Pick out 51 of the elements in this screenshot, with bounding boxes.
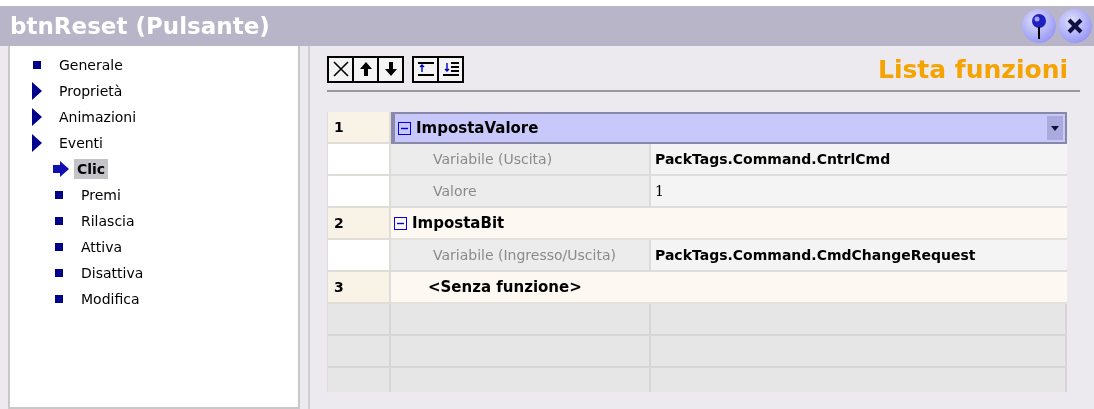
pin-button[interactable]: [1022, 9, 1056, 43]
function-name: ImpostaValore: [416, 119, 539, 137]
tree-item[interactable]: Disattiva: [78, 263, 147, 283]
function-row[interactable]: ImpostaBit: [391, 208, 1067, 240]
bullet-icon: [30, 60, 44, 70]
arrow-icon: [52, 161, 70, 177]
parameter-label: Valore: [391, 176, 651, 208]
up-arrow-icon: [358, 61, 373, 77]
tree-item[interactable]: Modifica: [78, 289, 143, 309]
bullet-icon: [52, 216, 66, 226]
tree-item[interactable]: Rilascia: [78, 211, 138, 231]
bullet-icon: [52, 294, 66, 304]
row-insert-icon: [416, 61, 435, 77]
down-arrow-icon: [383, 61, 398, 77]
panel-title: Lista funzioni: [877, 54, 1069, 84]
row-number: 2: [328, 208, 391, 240]
tree-item[interactable]: Animazioni: [56, 107, 140, 127]
function-row[interactable]: <Senza funzione>: [391, 272, 1067, 304]
parameter-label: Variabile (Ingresso/Uscita): [391, 240, 651, 272]
close-button[interactable]: [1058, 9, 1092, 43]
parameter-value[interactable]: PackTags.Command.CntrlCmd: [651, 144, 1067, 176]
tree-item[interactable]: Premi: [78, 185, 124, 205]
insert-below-button[interactable]: [437, 55, 464, 83]
tree-item[interactable]: Eventi: [56, 133, 106, 153]
delete-button[interactable]: [327, 55, 354, 83]
tree-item[interactable]: Clic: [74, 159, 109, 179]
function-row[interactable]: ImpostaValore: [391, 112, 1067, 144]
list-insert-icon: [441, 61, 460, 77]
bullet-icon: [52, 268, 66, 278]
triangle-icon: [30, 82, 44, 100]
x-icon: [331, 60, 350, 78]
close-icon: [1066, 17, 1084, 35]
tree-item[interactable]: Attiva: [78, 237, 126, 257]
parameter-value[interactable]: PackTags.Command.CmdChangeRequest: [651, 240, 1067, 272]
move-up-button[interactable]: [352, 55, 379, 83]
move-down-button[interactable]: [377, 55, 404, 83]
function-name: <Senza funzione>: [427, 278, 582, 296]
tree-item[interactable]: Generale: [56, 55, 126, 75]
parameter-label: Variabile (Uscita): [391, 144, 651, 176]
pin-icon: [1029, 12, 1049, 40]
window-title: btnReset (Pulsante): [10, 13, 270, 39]
row-number: 3: [328, 272, 391, 304]
triangle-icon: [30, 108, 44, 126]
row-number: 1: [328, 112, 391, 144]
triangle-icon: [30, 134, 44, 152]
function-name: ImpostaBit: [412, 214, 505, 232]
tree-item[interactable]: Proprietà: [56, 81, 126, 101]
bullet-icon: [52, 242, 66, 252]
insert-above-button[interactable]: [412, 55, 439, 83]
bullet-icon: [52, 190, 66, 200]
parameter-value[interactable]: 1: [651, 176, 1067, 208]
